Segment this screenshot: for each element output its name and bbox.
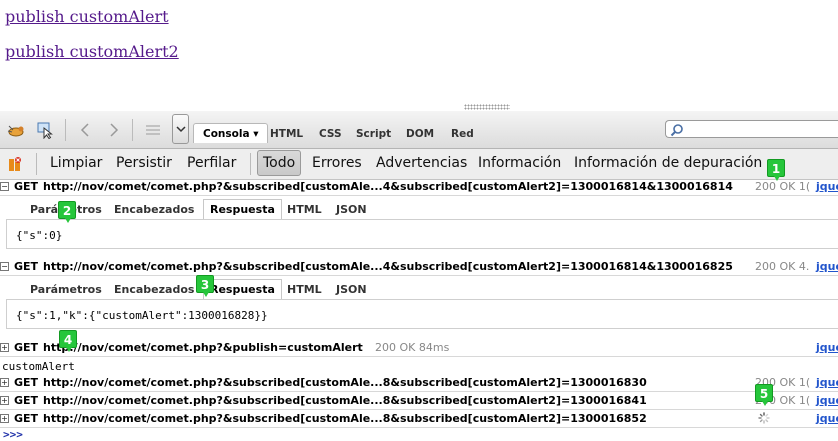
request-method: GET: [14, 260, 39, 273]
request-url[interactable]: http://nov/comet/comet.php?&subscribed[c…: [43, 260, 733, 273]
inspect-icon[interactable]: [35, 121, 55, 139]
request-source-link[interactable]: jque: [816, 376, 838, 389]
tab-dom[interactable]: DOM: [406, 128, 434, 140]
request-source-link[interactable]: jque: [816, 341, 838, 354]
expand-toggle[interactable]: +: [0, 396, 9, 405]
request-row[interactable]: − GET http://nov/comet/comet.php?&subscr…: [0, 179, 838, 196]
request-source-link[interactable]: jque: [816, 180, 838, 193]
request-detail-tabs: Parámetros Encabezados Respuesta HTML JS…: [0, 199, 838, 219]
tab-html[interactable]: HTML: [287, 283, 322, 296]
tab-html[interactable]: HTML: [270, 128, 303, 140]
loading-spinner-icon: [758, 412, 770, 427]
request-url[interactable]: http://nov/comet/comet.php?&subscribed[c…: [43, 394, 647, 407]
tab-encabezados[interactable]: Encabezados: [114, 283, 194, 296]
tab-parametros[interactable]: Parámetros: [30, 283, 102, 296]
tab-respuesta[interactable]: Respuesta: [203, 279, 282, 299]
expand-toggle[interactable]: +: [0, 343, 9, 352]
response-panel: {"s":1,"k":{"customAlert":1300016828}}: [6, 299, 838, 329]
command-line-prompt[interactable]: >>>: [3, 428, 23, 441]
request-url[interactable]: http://nov/comet/comet.php?&publish=cust…: [43, 341, 363, 354]
request-method: GET: [14, 412, 39, 425]
request-method: GET: [14, 394, 39, 407]
response-body: {"s":0}: [16, 229, 63, 242]
clear-console-icon[interactable]: [8, 156, 22, 176]
filter-warnings-button[interactable]: Advertencias: [376, 155, 467, 171]
expand-toggle[interactable]: +: [0, 378, 9, 387]
request-row[interactable]: + GET http://nov/comet/comet.php?&subscr…: [0, 393, 838, 410]
tab-consola[interactable]: Consola ▾: [193, 123, 269, 143]
request-source-link[interactable]: jque: [816, 260, 838, 273]
tab-script[interactable]: Script: [356, 128, 391, 140]
chevron-down-icon[interactable]: [172, 114, 189, 144]
profile-button[interactable]: Perfilar: [187, 155, 236, 171]
request-method: GET: [14, 180, 39, 193]
annotation-marker: 3: [196, 275, 214, 297]
search-icon: [670, 122, 684, 141]
collapse-toggle[interactable]: −: [0, 262, 9, 271]
tab-json[interactable]: JSON: [336, 283, 367, 296]
filter-all-button[interactable]: Todo: [257, 150, 302, 176]
response-body: {"s":1,"k":{"customAlert":1300016828}}: [16, 309, 268, 322]
annotation-marker: 2: [58, 201, 76, 223]
toolbar-separator: [132, 119, 133, 141]
tab-respuesta[interactable]: Respuesta: [203, 199, 282, 219]
filter-debug-button[interactable]: Información de depuración: [574, 155, 762, 171]
request-detail-tabs: Parámetros Encabezados Respuesta HTML JS…: [0, 279, 838, 299]
panel-resize-grip[interactable]: [464, 104, 510, 110]
filter-info-button[interactable]: Información: [478, 155, 561, 171]
tab-html[interactable]: HTML: [287, 203, 322, 216]
menu-icon[interactable]: [144, 121, 162, 139]
back-icon[interactable]: [77, 121, 93, 139]
tab-css[interactable]: CSS: [319, 128, 342, 140]
tab-encabezados[interactable]: Encabezados: [114, 203, 194, 216]
console-filter-bar: Limpiar Persistir Perfilar Todo Errores …: [0, 149, 838, 180]
request-method: GET: [14, 376, 39, 389]
clear-button[interactable]: Limpiar: [50, 155, 102, 171]
request-status: 200 OK 4.: [755, 260, 810, 273]
publish-custom-alert2-link[interactable]: publish customAlert2: [5, 42, 179, 61]
request-status: 200 OK 84ms: [375, 341, 450, 354]
response-panel: {"s":0}: [6, 219, 838, 249]
request-row[interactable]: + GET http://nov/comet/comet.php?&subscr…: [0, 375, 838, 392]
request-row[interactable]: + GET http://nov/comet/comet.php?&publis…: [0, 340, 838, 357]
tab-red[interactable]: Red: [451, 128, 474, 140]
request-row[interactable]: + GET http://nov/comet/comet.php?&subscr…: [0, 411, 838, 428]
console-log-line: customAlert: [2, 360, 75, 373]
request-url[interactable]: http://nov/comet/comet.php?&subscribed[c…: [43, 412, 647, 425]
persist-button[interactable]: Persistir: [116, 155, 172, 171]
request-source-link[interactable]: jque: [816, 412, 838, 425]
firebug-icon[interactable]: [6, 121, 26, 139]
request-url[interactable]: http://nov/comet/comet.php?&subscribed[c…: [43, 376, 647, 389]
publish-custom-alert-link[interactable]: publish customAlert: [5, 7, 169, 26]
annotation-marker: 1: [767, 159, 785, 181]
request-url[interactable]: http://nov/comet/comet.php?&subscribed[c…: [43, 180, 733, 193]
toolbar-separator: [65, 119, 66, 141]
annotation-marker: 4: [59, 330, 77, 352]
collapse-toggle[interactable]: −: [0, 182, 9, 191]
tab-json[interactable]: JSON: [336, 203, 367, 216]
request-status: 200 OK 1(: [755, 180, 811, 193]
filter-separator: [36, 153, 37, 175]
filter-separator: [250, 153, 251, 175]
search-input[interactable]: [665, 120, 838, 138]
annotation-marker: 5: [755, 384, 773, 406]
request-source-link[interactable]: jque: [816, 394, 838, 407]
filter-errors-button[interactable]: Errores: [312, 155, 362, 171]
request-method: GET: [14, 341, 39, 354]
expand-toggle[interactable]: +: [0, 414, 9, 423]
request-row[interactable]: − GET http://nov/comet/comet.php?&subscr…: [0, 259, 838, 276]
forward-icon[interactable]: [106, 121, 122, 139]
